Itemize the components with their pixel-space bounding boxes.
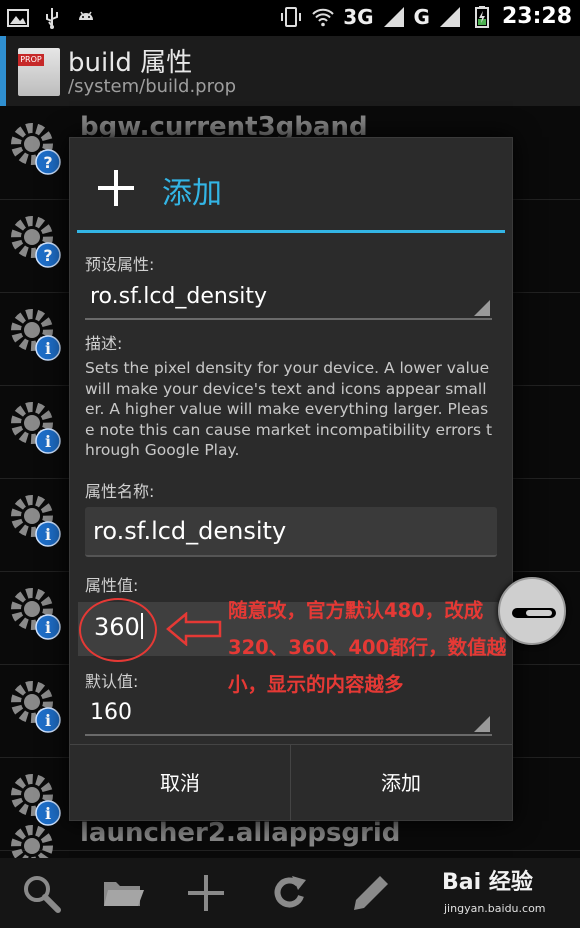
svg-text:?: ? (43, 153, 52, 172)
svg-text:?: ? (43, 246, 52, 265)
watermark-logo: Bai 经验 (442, 870, 533, 895)
dialog-header: 添加 (70, 138, 512, 230)
add-icon[interactable] (185, 872, 227, 914)
search-icon[interactable] (20, 872, 62, 914)
cancel-button[interactable]: 取消 (70, 745, 291, 821)
page-title: build 属性 (68, 48, 193, 78)
prop-tag: PROP (18, 54, 44, 66)
network-g-label: G (413, 4, 430, 29)
preset-label: 预设属性: (85, 255, 155, 274)
image-notification-icon (7, 9, 29, 27)
gear-info-icon: i (11, 402, 61, 454)
gear-info-icon: i (11, 309, 61, 361)
annotation-arrow-icon (166, 612, 222, 646)
battery-charging-icon (474, 5, 489, 28)
toggle-icon (512, 608, 556, 618)
dropdown-triangle-icon (474, 716, 490, 732)
watermark: Bai 经验 jingyan.baidu.com (442, 864, 572, 924)
floating-assistive-button[interactable] (498, 577, 566, 645)
page-subtitle: /system/build.prop (68, 76, 237, 97)
annotation-text: 随意改，官方默认480，改成320、360、400都行，数值越小，显示的内容越多 (228, 599, 507, 696)
add-button[interactable]: 添加 (291, 745, 511, 821)
usb-icon (46, 8, 58, 29)
svg-text:i: i (45, 339, 51, 358)
edit-pencil-icon[interactable] (350, 872, 392, 914)
property-value-label: 属性值: (85, 576, 139, 595)
description-label: 描述: (85, 334, 123, 353)
signal-icon-2 (439, 6, 460, 27)
annotation-circle (79, 598, 157, 662)
refresh-icon[interactable] (268, 872, 310, 914)
default-value-label: 默认值: (85, 672, 139, 691)
gear-help-icon: ? (11, 216, 61, 268)
svg-text:i: i (45, 711, 51, 730)
wifi-icon (312, 8, 334, 26)
dialog-divider (77, 230, 505, 233)
svg-text:i: i (45, 525, 51, 544)
gear-info-icon: i (11, 495, 61, 547)
property-name-field[interactable]: ro.sf.lcd_density (85, 507, 497, 557)
signal-icon (383, 6, 404, 27)
dialog-title: 添加 (162, 176, 222, 211)
preset-property-value: ro.sf.lcd_density (90, 284, 268, 309)
property-name-value: ro.sf.lcd_density (93, 517, 287, 545)
svg-text:i: i (45, 432, 51, 451)
list-item-title: launcher2.allappsgrid (80, 818, 401, 848)
property-name-label: 属性名称: (85, 482, 155, 501)
app-header: PROP build 属性 /system/build.prop (0, 36, 580, 106)
folder-open-icon[interactable] (102, 872, 144, 914)
clock: 23:28 (501, 4, 572, 29)
dialog-button-bar: 取消 添加 (70, 744, 512, 821)
vibrate-icon (281, 6, 302, 27)
network-3g-label: 3G (343, 4, 374, 29)
android-icon (79, 11, 93, 20)
svg-text:i: i (45, 618, 51, 637)
dropdown-triangle-icon (474, 300, 490, 316)
prop-file-icon: PROP (18, 48, 60, 96)
default-value: 160 (90, 700, 132, 725)
gear-info-icon: i (11, 588, 61, 640)
gear-info-icon: i (11, 681, 61, 733)
add-property-dialog: 添加 预设属性: ro.sf.lcd_density 描述: Sets the … (69, 137, 513, 821)
watermark-url: jingyan.baidu.com (444, 902, 546, 915)
status-bar: 3G G 23:28 (0, 0, 580, 36)
preset-property-spinner[interactable]: ro.sf.lcd_density (85, 276, 492, 320)
description-text: Sets the pixel density for your device. … (85, 359, 493, 459)
plus-icon (98, 170, 134, 206)
gear-help-icon: ? (11, 123, 61, 175)
